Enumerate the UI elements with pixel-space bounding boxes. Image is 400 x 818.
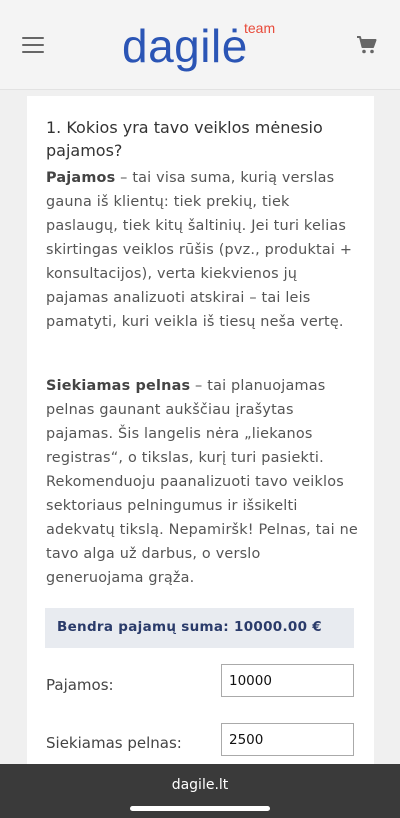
profit-description: Siekiamas pelnas – tai planuojamas pelna… — [46, 374, 358, 590]
browser-url[interactable]: dagile.lt — [0, 777, 400, 793]
income-term: Pajamos — [46, 170, 116, 186]
income-label: Pajamos: — [46, 676, 114, 694]
income-description: Pajamos – tai visa suma, kurią verslas g… — [46, 166, 358, 334]
home-indicator[interactable] — [130, 806, 270, 811]
profit-label: Siekiamas pelnas: — [46, 734, 182, 752]
logo-text: dagilė — [122, 20, 248, 72]
question-title: 1. Kokios yra tavo veiklos mėnesio pajam… — [46, 118, 323, 160]
logo-badge: team — [244, 20, 276, 36]
browser-bottom-bar: dagile.lt — [0, 764, 400, 818]
income-description-text: – tai visa suma, kurią verslas gauna iš … — [46, 170, 353, 330]
site-logo[interactable]: dagilė team — [122, 18, 275, 74]
profit-input[interactable] — [221, 723, 354, 756]
total-income-summary: Bendra pajamų suma: 10000.00 € — [45, 608, 354, 648]
profit-term: Siekiamas pelnas — [46, 378, 191, 394]
income-input[interactable] — [221, 664, 354, 697]
profit-description-text: – tai planuojamas pelnas gaunant aukščia… — [46, 378, 358, 586]
hamburger-menu-icon[interactable] — [22, 37, 44, 55]
site-header: dagilė team — [0, 0, 400, 90]
content-card: 1. Kokios yra tavo veiklos mėnesio pajam… — [27, 96, 374, 786]
shopping-cart-icon[interactable] — [356, 35, 378, 55]
